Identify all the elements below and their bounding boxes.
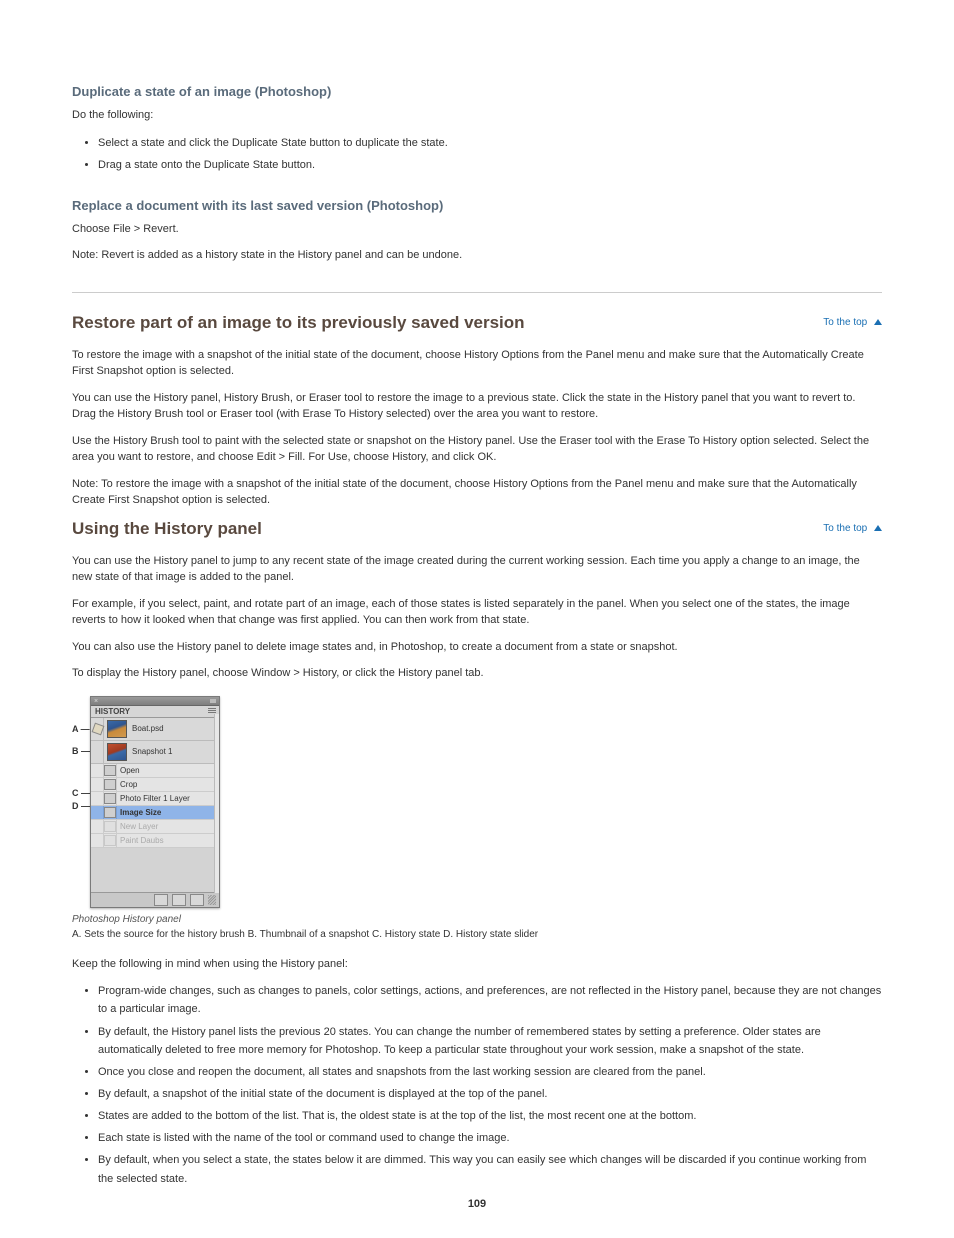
history-brush-source-icon[interactable] bbox=[91, 718, 104, 740]
list-item: By default, the History panel lists the … bbox=[98, 1023, 882, 1059]
resize-grip-icon[interactable] bbox=[208, 895, 216, 905]
history-state-label: Paint Daubs bbox=[117, 836, 219, 845]
paragraph: To restore the image with a snapshot of … bbox=[72, 347, 882, 380]
history-state-row[interactable]: Open bbox=[91, 764, 219, 778]
create-snapshot-button[interactable] bbox=[172, 894, 186, 906]
panel-titlebar[interactable]: × bbox=[91, 697, 219, 706]
paragraph: You can use the History panel to jump to… bbox=[72, 553, 882, 586]
panel-tab-history[interactable]: HISTORY bbox=[91, 706, 219, 718]
figure-caption: Photoshop History panel A. Sets the sour… bbox=[72, 914, 882, 940]
create-document-from-state-button[interactable] bbox=[154, 894, 168, 906]
snapshot-thumbnail bbox=[107, 720, 127, 738]
history-state-row-dimmed[interactable]: Paint Daubs bbox=[91, 834, 219, 848]
section-heading-restore: Restore part of an image to its previous… bbox=[72, 313, 882, 333]
bullet-list: Program-wide changes, such as changes to… bbox=[72, 982, 882, 1187]
list-item: By default, a snapshot of the initial st… bbox=[98, 1085, 882, 1103]
history-state-label: Open bbox=[117, 766, 219, 775]
state-icon bbox=[104, 779, 116, 790]
note: Note: Revert is added as a history state… bbox=[72, 247, 882, 264]
paragraph: Keep the following in mind when using th… bbox=[72, 956, 882, 973]
delete-state-button[interactable] bbox=[190, 894, 204, 906]
paragraph: You can also use the History panel to de… bbox=[72, 639, 882, 656]
to-top-label: To the top bbox=[823, 523, 867, 534]
history-state-row[interactable]: Photo Filter 1 Layer bbox=[91, 792, 219, 806]
snapshot-row[interactable]: Snapshot 1 bbox=[91, 741, 219, 764]
paragraph: For example, if you select, paint, and r… bbox=[72, 596, 882, 629]
heading-duplicate-state: Duplicate a state of an image (Photoshop… bbox=[72, 84, 882, 99]
list-item: States are added to the bottom of the li… bbox=[98, 1107, 882, 1125]
paragraph: Use the History Brush tool to paint with… bbox=[72, 433, 882, 466]
snapshot-label: Snapshot 1 bbox=[130, 747, 219, 756]
to-top-label: To the top bbox=[823, 317, 867, 328]
state-icon bbox=[104, 765, 116, 776]
panel-footer bbox=[91, 892, 219, 907]
paragraph: Choose File > Revert. bbox=[72, 221, 882, 238]
triangle-up-icon bbox=[874, 525, 882, 531]
heading-replace-document: Replace a document with its last saved v… bbox=[72, 198, 882, 213]
triangle-up-icon bbox=[874, 319, 882, 325]
history-state-label: New Layer bbox=[117, 822, 219, 831]
list-item: Select a state and click the Duplicate S… bbox=[98, 134, 882, 152]
section-heading-history-panel: Using the History panel bbox=[72, 519, 882, 539]
list-item: Drag a state onto the Duplicate State bu… bbox=[98, 156, 882, 174]
history-state-label: Photo Filter 1 Layer bbox=[117, 794, 219, 803]
divider bbox=[72, 292, 882, 293]
history-brush-source-slot[interactable] bbox=[91, 741, 104, 763]
list-item: Once you close and reopen the document, … bbox=[98, 1063, 882, 1081]
list-item: Program-wide changes, such as changes to… bbox=[98, 982, 882, 1018]
history-state-row-dimmed[interactable]: New Layer bbox=[91, 820, 219, 834]
history-panel: × HISTORY Boat.psd Snapshot 1 bbox=[90, 696, 220, 908]
to-top-link[interactable]: To the top bbox=[823, 317, 882, 328]
panel-tab-label: HISTORY bbox=[95, 707, 130, 716]
history-state-label: Image Size bbox=[117, 808, 219, 817]
to-top-link[interactable]: To the top bbox=[823, 523, 882, 534]
state-icon bbox=[104, 793, 116, 804]
paragraph: Do the following: bbox=[72, 107, 882, 124]
snapshot-label: Boat.psd bbox=[130, 724, 219, 733]
list-item: Each state is listed with the name of th… bbox=[98, 1129, 882, 1147]
history-state-label: Crop bbox=[117, 780, 219, 789]
history-state-row-selected[interactable]: Image Size bbox=[91, 806, 219, 820]
state-icon bbox=[104, 835, 116, 846]
snapshot-row[interactable]: Boat.psd bbox=[91, 718, 219, 741]
list-item: By default, when you select a state, the… bbox=[98, 1151, 882, 1187]
state-icon bbox=[104, 807, 116, 818]
scrollbar[interactable] bbox=[214, 714, 219, 893]
close-icon[interactable]: × bbox=[94, 698, 98, 705]
note: Note: To restore the image with a snapsh… bbox=[72, 476, 882, 509]
snapshot-thumbnail bbox=[107, 743, 127, 761]
state-icon bbox=[104, 821, 116, 832]
figure-history-panel: A — B — C — D — × HISTORY bbox=[72, 696, 882, 940]
history-state-row[interactable]: Crop bbox=[91, 778, 219, 792]
paragraph: To display the History panel, choose Win… bbox=[72, 665, 882, 682]
figure-callout-legend: A. Sets the source for the history brush… bbox=[72, 929, 882, 940]
paragraph: You can use the History panel, History B… bbox=[72, 390, 882, 423]
bullet-list: Select a state and click the Duplicate S… bbox=[72, 134, 882, 174]
panel-empty-area bbox=[91, 848, 219, 892]
page-number: 109 bbox=[0, 1198, 954, 1210]
